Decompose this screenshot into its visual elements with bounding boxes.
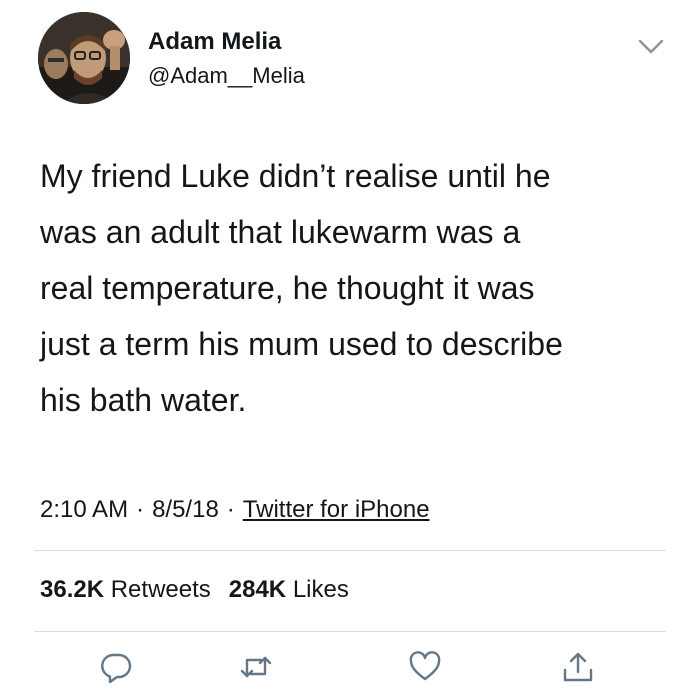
tweet-card: Adam Melia @Adam__Melia My friend Luke d… bbox=[0, 0, 700, 700]
retweet-icon bbox=[240, 656, 272, 678]
tweet-stats: 36.2K Retweets 284K Likes bbox=[40, 574, 367, 606]
author-display-name[interactable]: Adam Melia bbox=[148, 27, 281, 57]
author-handle[interactable]: @Adam__Melia bbox=[148, 62, 305, 90]
tweet-meta: 2:10 AM · 8/5/18 · Twitter for iPhone bbox=[40, 494, 430, 526]
reply-button[interactable] bbox=[99, 650, 133, 684]
tweet-date: 8/5/18 bbox=[152, 496, 219, 523]
like-button[interactable] bbox=[408, 650, 442, 684]
tweet-text: My friend Luke didn’t realise until he w… bbox=[40, 158, 563, 418]
avatar[interactable] bbox=[38, 12, 130, 104]
likes-label: Likes bbox=[292, 576, 349, 603]
likes-stat[interactable]: 284K Likes bbox=[229, 576, 349, 603]
share-button[interactable] bbox=[561, 650, 595, 684]
tweet-source-link[interactable]: Twitter for iPhone bbox=[243, 496, 430, 523]
tweet-menu-button[interactable] bbox=[636, 34, 666, 58]
retweet-button[interactable] bbox=[239, 650, 273, 684]
meta-separator: · bbox=[136, 496, 145, 523]
retweets-label: Retweets bbox=[110, 576, 211, 603]
tweet-time: 2:10 AM bbox=[40, 496, 129, 523]
retweets-stat[interactable]: 36.2K Retweets bbox=[40, 576, 211, 603]
reply-icon bbox=[101, 653, 132, 684]
retweets-count: 36.2K bbox=[40, 576, 105, 603]
likes-count: 284K bbox=[228, 576, 287, 603]
divider bbox=[34, 550, 666, 551]
chevron-down-icon bbox=[638, 39, 664, 54]
heart-icon bbox=[409, 651, 441, 681]
share-icon bbox=[563, 652, 593, 682]
meta-separator: · bbox=[226, 496, 235, 523]
avatar-photo-icon bbox=[38, 12, 130, 104]
divider bbox=[34, 631, 666, 632]
